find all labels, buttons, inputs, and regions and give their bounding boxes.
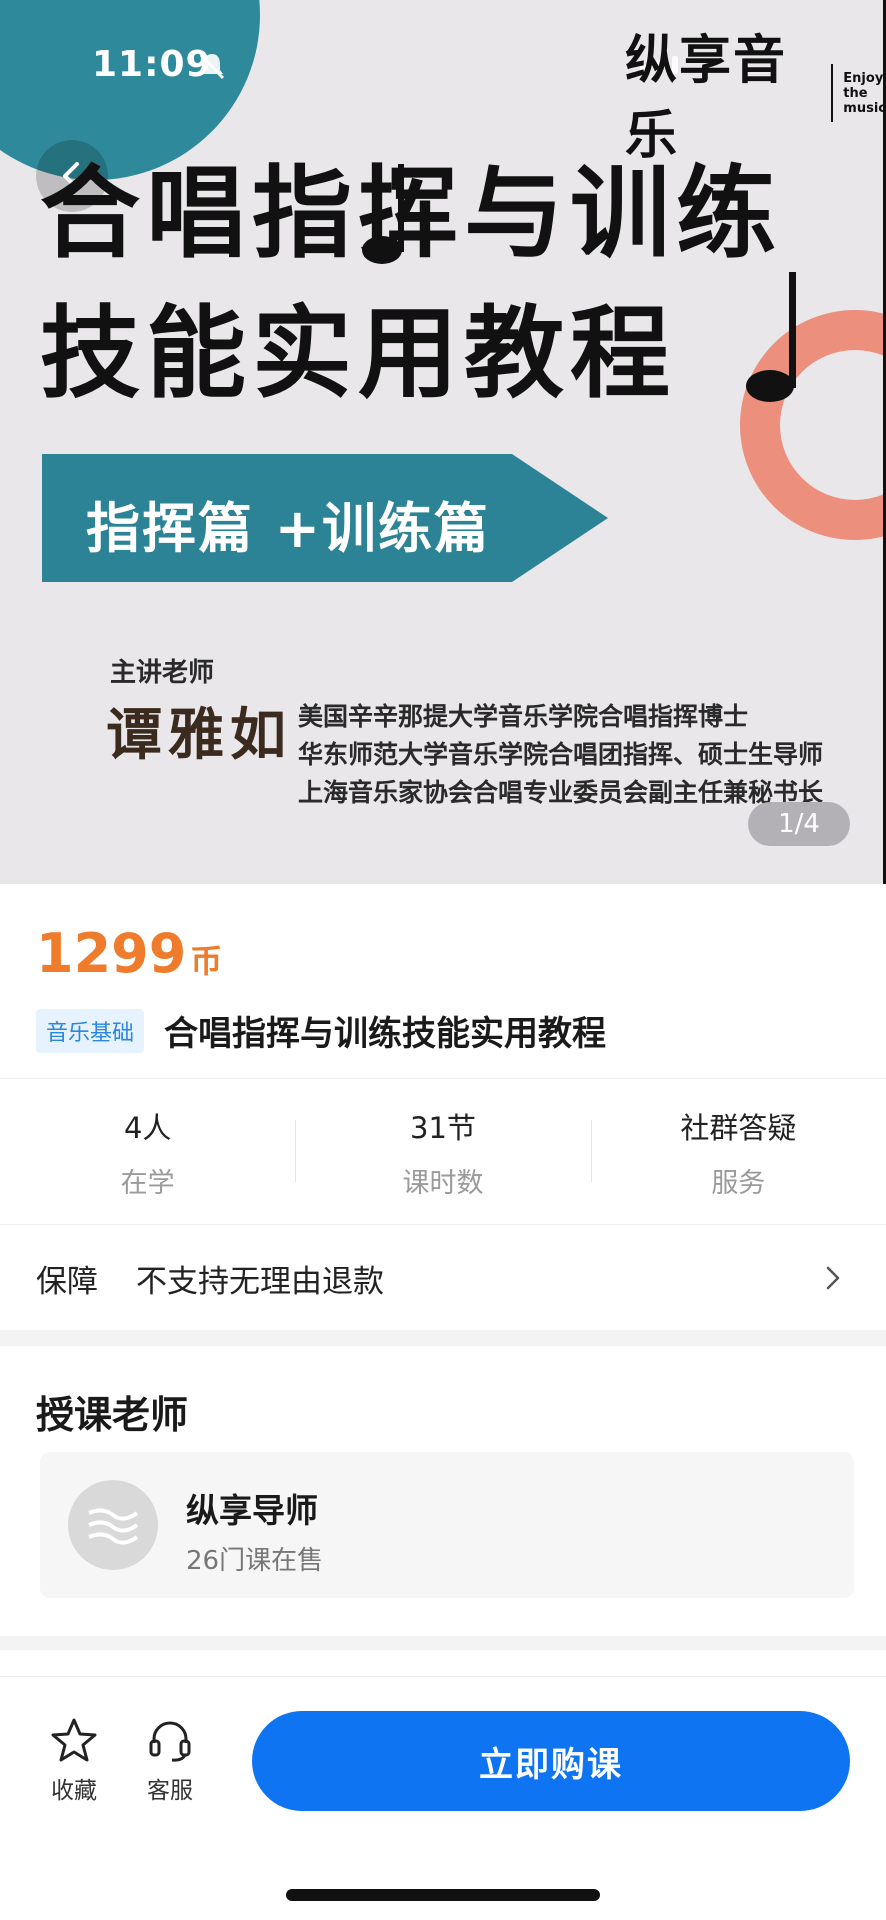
stat-value: 4人 <box>123 1110 172 1145</box>
stat-label: 服务 <box>711 1167 766 1199</box>
bottom-action-bar: 收藏 客服 立即购课 <box>0 1676 886 1920</box>
divider <box>0 1224 886 1225</box>
home-indicator <box>286 1889 600 1901</box>
category-tag: 音乐基础 <box>36 1008 145 1053</box>
brand-tagline: Enjoy the music <box>843 71 886 116</box>
divider <box>0 1078 886 1079</box>
stat-value: 31节 <box>410 1110 476 1145</box>
credential-line: 上海音乐家协会合唱专业委员会副主任兼秘书长 <box>298 778 824 807</box>
avatar <box>68 1480 158 1570</box>
teacher-card-name: 纵享导师 <box>186 1491 318 1530</box>
favorite-label: 收藏 <box>51 1778 97 1804</box>
music-note-icon <box>746 272 796 402</box>
teacher-name: 谭雅如 <box>106 703 292 768</box>
chevron-right-icon <box>826 1266 840 1290</box>
price-value: 1299 <box>36 922 187 985</box>
guarantee-row[interactable]: 保障 不支持无理由退款 <box>0 1226 886 1330</box>
price: 1299 币 <box>36 922 222 985</box>
banner-arrow: 指挥篇 +训练篇 <box>42 454 608 582</box>
service-label: 客服 <box>147 1778 193 1804</box>
stat-lessons: 31节 课时数 <box>295 1080 590 1224</box>
stat-students: 4人 在学 <box>0 1080 295 1224</box>
section-gap <box>0 1330 886 1346</box>
credential-line: 华东师范大学音乐学院合唱团指挥、硕士生导师 <box>298 740 824 769</box>
brand-tagline-line: Enjoy <box>843 70 884 86</box>
stat-label: 在学 <box>120 1167 175 1199</box>
course-cover-image[interactable]: 11:09 纵享音乐 Enjoy the music 合唱指挥与训练 技能实用教… <box>0 0 886 884</box>
guarantee-value: 不支持无理由退款 <box>136 1263 384 1300</box>
image-counter: 1/4 <box>748 802 850 846</box>
hero-title-line2: 技能实用教程 <box>40 295 676 412</box>
course-title-row: 音乐基础 合唱指挥与训练技能实用教程 <box>36 1006 606 1055</box>
brand-tagline-line: the <box>843 85 868 101</box>
teacher-section-title: 授课老师 <box>36 1393 189 1437</box>
teacher-caption: 主讲老师 <box>110 658 215 688</box>
guarantee-label: 保障 <box>36 1263 98 1300</box>
teacher-credentials: 美国辛辛那提大学音乐学院合唱指挥博士 华东师范大学音乐学院合唱团指挥、硕士生导师… <box>298 698 823 812</box>
stat-service: 社群答疑 服务 <box>590 1080 886 1224</box>
headset-icon <box>149 1721 191 1762</box>
teacher-card-subtitle: 26门课在售 <box>186 1546 324 1576</box>
buy-now-button[interactable]: 立即购课 <box>252 1711 850 1811</box>
banner-text: 指挥篇 +训练篇 <box>86 497 491 560</box>
section-gap <box>0 1636 886 1650</box>
music-note-icon <box>362 164 404 264</box>
customer-service-button[interactable]: 客服 <box>134 1717 206 1805</box>
brand-divider <box>830 64 834 122</box>
course-stats: 4人 在学 31节 课时数 社群答疑 服务 <box>0 1080 886 1224</box>
credential-line: 美国辛辛那提大学音乐学院合唱指挥博士 <box>298 702 749 731</box>
teacher-card[interactable]: 纵享导师 26门课在售 <box>40 1452 854 1598</box>
star-icon <box>51 1718 97 1762</box>
mute-bell-icon <box>199 53 225 80</box>
status-time: 11:09 <box>92 44 212 85</box>
stat-value: 社群答疑 <box>680 1110 797 1145</box>
course-title: 合唱指挥与训练技能实用教程 <box>164 1014 607 1054</box>
price-unit: 币 <box>190 942 223 980</box>
stat-label: 课时数 <box>402 1167 484 1199</box>
brand-tagline-line: music <box>843 100 886 116</box>
brand-wave-icon <box>88 1508 139 1545</box>
favorite-button[interactable]: 收藏 <box>38 1717 110 1805</box>
